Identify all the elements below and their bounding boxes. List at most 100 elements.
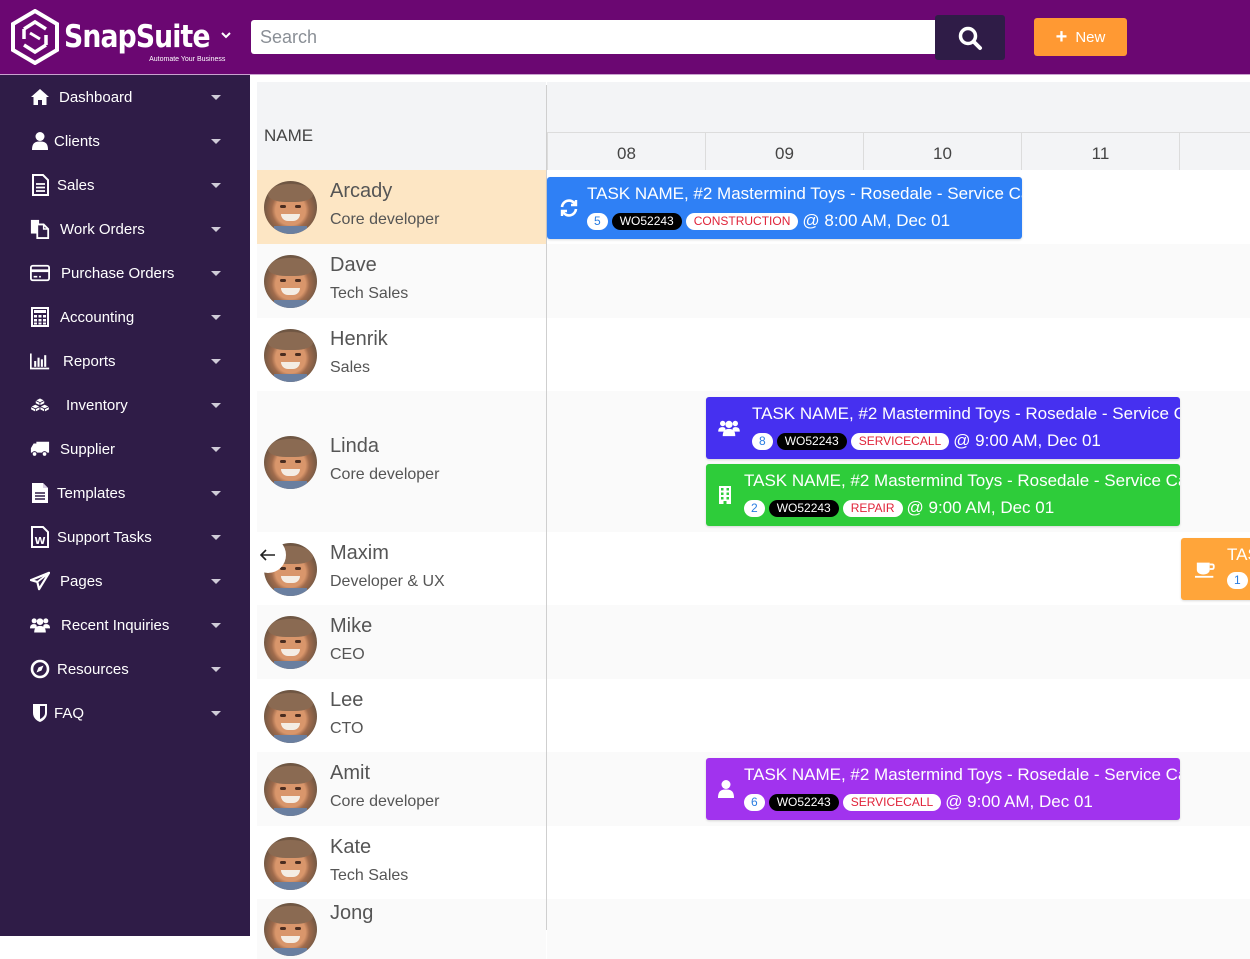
- scroll-back-button[interactable]: [250, 537, 286, 573]
- arrow-left-icon: [260, 549, 275, 561]
- plus-icon: +: [1055, 26, 1068, 48]
- timeline-row[interactable]: [547, 532, 1250, 605]
- resource-name: Dave: [330, 254, 377, 276]
- sidebar-item-label: Work Orders: [60, 220, 145, 238]
- sidebar-item-label: Support Tasks: [57, 528, 152, 546]
- work-order-badge: WO52243: [611, 212, 682, 230]
- sidebar-item-resources[interactable]: Resources: [0, 647, 250, 691]
- sidebar-item-reports[interactable]: Reports: [0, 339, 250, 383]
- event-type-badge: SERVICECALL: [850, 432, 950, 450]
- resource-row[interactable]: Linda Core developer: [257, 391, 546, 532]
- resource-role: Sales: [330, 358, 371, 376]
- user-icon: [715, 778, 737, 800]
- resource-role: CEO: [330, 646, 365, 663]
- sidebar-item-work-orders[interactable]: Work Orders: [0, 207, 250, 251]
- event-time: @ 8:00 AM, Dec 01: [802, 211, 951, 230]
- event-count-badge: 5: [587, 212, 608, 230]
- users-icon: [30, 615, 50, 635]
- event-card[interactable]: TASK NAME, #2 Mastermind Toys - Rosedale…: [706, 464, 1180, 526]
- brand-tagline: Automate Your Business: [149, 56, 226, 63]
- timeline-row[interactable]: [547, 244, 1250, 318]
- resource-role: Core developer: [330, 793, 440, 810]
- new-button[interactable]: + New: [1034, 18, 1127, 56]
- event-card[interactable]: TASK NAME, #2 Mastermind Toys - Rosedale…: [547, 177, 1022, 239]
- timeline-row[interactable]: [547, 679, 1250, 752]
- resource-row[interactable]: Dave Tech Sales: [257, 244, 546, 318]
- sidebar-item-label: Recent Inquiries: [61, 616, 170, 634]
- event-count-badge: 1: [1227, 572, 1248, 589]
- timeline-header: 08 09 10 11: [547, 82, 1250, 170]
- sidebar-item-clients[interactable]: Clients: [0, 119, 250, 163]
- resource-role: CTO: [330, 719, 364, 737]
- avatar: [264, 836, 317, 890]
- sidebar-item-label: Pages: [60, 572, 103, 590]
- timeline-row[interactable]: [547, 605, 1250, 679]
- users-icon: [718, 417, 740, 439]
- resource-row[interactable]: Kate Tech Sales: [257, 826, 546, 899]
- caret-down-icon: [211, 94, 221, 100]
- resource-row[interactable]: Jong: [257, 899, 546, 959]
- resource-role: Tech Sales: [330, 866, 409, 884]
- avatar: [264, 763, 317, 816]
- resource-row[interactable]: Henrik Sales: [257, 318, 546, 391]
- sidebar-item-templates[interactable]: Templates: [0, 471, 250, 515]
- sidebar-item-inventory[interactable]: Inventory: [0, 383, 250, 427]
- sidebar-item-supplier[interactable]: Supplier: [0, 427, 250, 471]
- building-icon: [714, 484, 736, 506]
- timeline-row[interactable]: [547, 826, 1250, 899]
- resource-row[interactable]: Mike CEO: [257, 605, 546, 679]
- svg-text:W: W: [35, 536, 46, 547]
- sidebar-item-label: Templates: [57, 484, 126, 502]
- coffee-icon: [1195, 558, 1217, 580]
- event-count-badge: 8: [752, 432, 773, 450]
- event-title: TASK NAME, #2 Mastermind Toys - Rosedale…: [744, 765, 1180, 784]
- caret-down-icon: [211, 402, 221, 408]
- resource-name: Mike: [330, 615, 373, 637]
- sidebar-item-recent-inquiries[interactable]: Recent Inquiries: [0, 603, 250, 647]
- word-file-icon: W: [30, 526, 50, 548]
- event-count-badge: 6: [744, 793, 765, 811]
- timeline-header-date-row: [547, 82, 1250, 132]
- resource-role: Core developer: [330, 465, 440, 483]
- sidebar-item-purchase-orders[interactable]: Purchase Orders: [0, 251, 250, 295]
- event-time: @ 9:00 AM, Dec 01: [906, 498, 1055, 517]
- avatar: [264, 328, 317, 382]
- resource-row[interactable]: Lee CTO: [257, 679, 546, 752]
- avatar: [264, 255, 317, 308]
- caret-down-icon: [211, 622, 221, 628]
- sidebar-item-pages[interactable]: Pages: [0, 559, 250, 603]
- resource-row[interactable]: Arcady Core developer: [257, 170, 546, 244]
- event-card[interactable]: TASK NAME, #2 Mastermind Toys - Rosedale…: [706, 758, 1180, 820]
- compass-icon: [30, 659, 50, 679]
- event-title: TASK NAME, #2 Mastermind Toys - Rosedale…: [587, 184, 1022, 203]
- event-title: TASK NAME, #2 Mastermind Toys - Rosedale…: [744, 471, 1180, 490]
- caret-down-icon: [211, 446, 221, 452]
- sidebar: Dashboard Clients Sales Work Orders Purc…: [0, 75, 250, 936]
- sidebar-item-accounting[interactable]: Accounting: [0, 295, 250, 339]
- timeline-row[interactable]: [547, 899, 1250, 959]
- resource-row[interactable]: Amit Core developer: [257, 752, 546, 826]
- event-card[interactable]: TASK NAME 1: [1181, 538, 1250, 600]
- brand-logo[interactable]: SnapSuite Automate Your Business: [10, 8, 233, 66]
- brand-chevron-down-icon[interactable]: [220, 30, 232, 40]
- sidebar-item-sales[interactable]: Sales: [0, 163, 250, 207]
- hour-column-12: [1179, 132, 1250, 170]
- search-button[interactable]: [935, 15, 1005, 60]
- event-card[interactable]: TASK NAME, #2 Mastermind Toys - Rosedale…: [706, 397, 1180, 459]
- sync-icon: [558, 197, 580, 219]
- search-icon: [958, 26, 982, 50]
- resource-row[interactable]: Maxim Developer & UX: [257, 532, 546, 605]
- search-input[interactable]: [251, 20, 935, 54]
- timeline-row[interactable]: [547, 318, 1250, 391]
- sidebar-item-faq[interactable]: FAQ: [0, 691, 250, 735]
- new-button-label: New: [1075, 28, 1106, 46]
- sidebar-item-label: Sales: [57, 176, 95, 194]
- resource-role: Core developer: [330, 211, 440, 228]
- caret-down-icon: [211, 138, 221, 144]
- sidebar-item-dashboard[interactable]: Dashboard: [0, 75, 250, 119]
- sidebar-item-support-tasks[interactable]: W Support Tasks: [0, 515, 250, 559]
- avatar: [264, 689, 317, 743]
- event-time: @ 9:00 AM, Dec 01: [945, 792, 1093, 811]
- sidebar-item-label: Supplier: [60, 440, 116, 458]
- cubes-icon: [30, 395, 50, 415]
